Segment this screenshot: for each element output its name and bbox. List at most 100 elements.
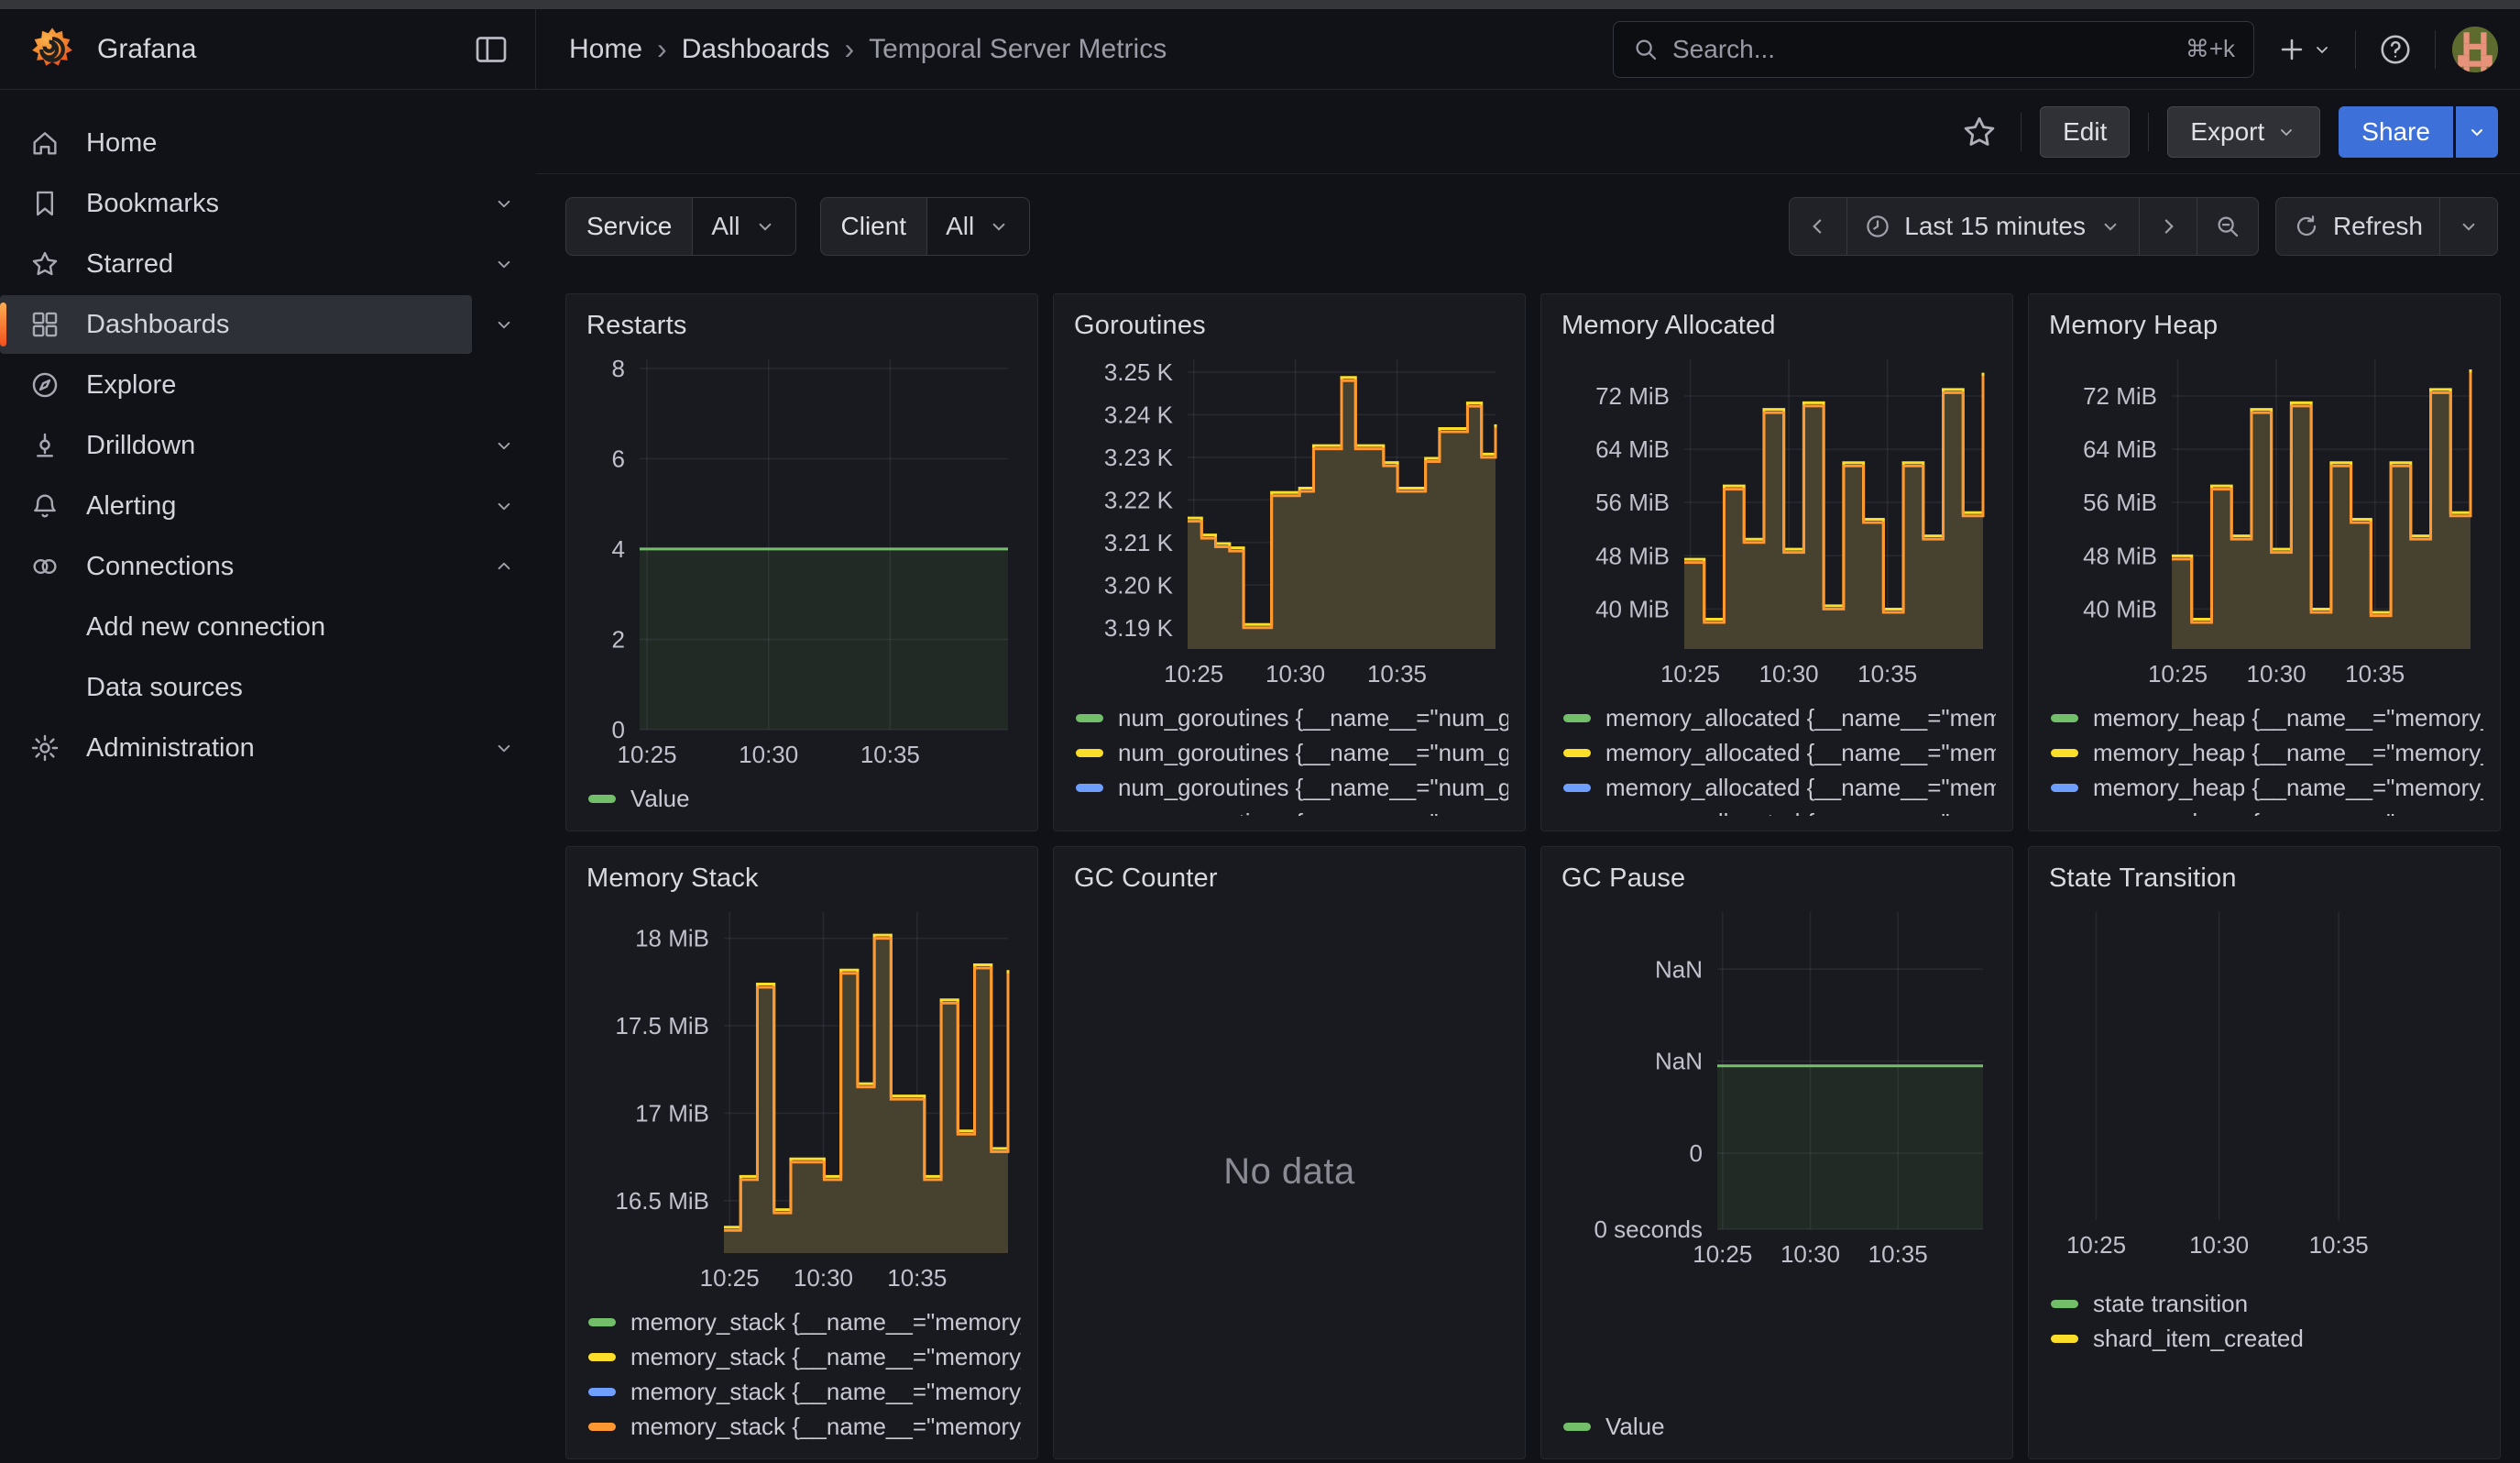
chevron-down-icon xyxy=(492,313,516,336)
chart-canvas[interactable]: 3.25 K3.24 K3.23 K3.22 K3.21 K3.20 K3.19… xyxy=(1070,346,1508,691)
sidebar-expand-button[interactable] xyxy=(472,235,536,293)
chart-canvas[interactable]: 72 MiB64 MiB56 MiB48 MiB40 MiB10:2510:30… xyxy=(1558,346,1996,691)
edit-button[interactable]: Edit xyxy=(2040,106,2130,158)
chevron-down-icon xyxy=(2275,121,2297,143)
refresh-button[interactable]: Refresh xyxy=(2275,197,2440,256)
favorite-button[interactable] xyxy=(1956,109,2002,155)
service-filter-selected: All xyxy=(711,212,740,241)
sidebar-link[interactable]: Home xyxy=(0,114,472,172)
panel-title[interactable]: State Transition xyxy=(2049,864,2483,894)
sidebar-expand-button[interactable] xyxy=(472,719,536,777)
legend-item[interactable]: memory_stack {__name__="memory_s xyxy=(583,1409,1021,1444)
filters-row: Service All Client All Last xyxy=(536,194,2520,258)
zoom-out-button[interactable] xyxy=(2197,197,2259,256)
rings-icon xyxy=(29,551,60,582)
sidebar-expand-button[interactable] xyxy=(472,174,536,233)
sidebar-link[interactable]: Alerting xyxy=(0,477,472,535)
refresh-interval-button[interactable] xyxy=(2439,197,2498,256)
legend-item[interactable]: num_goroutines {__name__="num_go xyxy=(1070,700,1508,735)
legend-item[interactable]: memory_heap {__name__="memory_h xyxy=(2045,805,2483,816)
breadcrumb-home[interactable]: Home xyxy=(569,34,642,65)
legend-item[interactable]: Value xyxy=(1558,1409,1996,1444)
search-box[interactable]: ⌘+k xyxy=(1613,21,2254,78)
sidebar-toggle-button[interactable] xyxy=(471,29,511,70)
legend-item[interactable]: memory_heap {__name__="memory_h xyxy=(2045,770,2483,805)
legend-item[interactable]: num_goroutines {__name__="num_go xyxy=(1070,770,1508,805)
export-button[interactable]: Export xyxy=(2167,106,2320,158)
chart-canvas[interactable]: NaNNaN00 seconds10:2510:3010:35 xyxy=(1558,899,1996,1400)
legend-swatch xyxy=(588,1388,616,1396)
sidebar-item-dashboards: Dashboards xyxy=(0,295,536,354)
sidebar-link[interactable]: Bookmarks xyxy=(0,174,472,233)
legend-item[interactable]: Value xyxy=(583,781,1021,816)
panel-title[interactable]: Memory Heap xyxy=(2049,311,2483,341)
legend-item[interactable]: memory_allocated {__name__="memo xyxy=(1558,805,1996,816)
client-filter-label: Client xyxy=(820,197,928,256)
service-filter-value[interactable]: All xyxy=(693,197,795,256)
legend-item[interactable]: memory_allocated {__name__="memo xyxy=(1558,770,1996,805)
time-range-picker[interactable]: Last 15 minutes xyxy=(1846,197,2140,256)
share-menu-button[interactable] xyxy=(2456,106,2498,158)
chart-canvas[interactable]: 72 MiB64 MiB56 MiB48 MiB40 MiB10:2510:30… xyxy=(2045,346,2483,691)
legend-item[interactable]: num_goroutines {__name__="num_go xyxy=(1070,735,1508,770)
refresh-label: Refresh xyxy=(2333,212,2423,241)
svg-text:10:35: 10:35 xyxy=(2309,1231,2369,1259)
svg-text:10:25: 10:25 xyxy=(2066,1231,2126,1259)
sidebar-link[interactable]: Drilldown xyxy=(0,416,472,475)
chart-canvas[interactable]: 18 MiB17.5 MiB17 MiB16.5 MiB10:2510:3010… xyxy=(583,899,1021,1295)
time-back-button[interactable] xyxy=(1789,197,1847,256)
sidebar-expand-button[interactable] xyxy=(472,477,536,535)
legend-item[interactable]: shard_item_created xyxy=(2045,1321,2483,1356)
sidebar-link[interactable]: Connections xyxy=(0,537,472,596)
panel-spacer xyxy=(2045,1356,2483,1444)
sidebar-link[interactable]: Administration xyxy=(0,719,472,777)
svg-text:10:30: 10:30 xyxy=(1265,660,1325,688)
panel-title[interactable]: Restarts xyxy=(586,311,1021,341)
svg-text:3.24 K: 3.24 K xyxy=(1104,401,1174,428)
chart-canvas[interactable]: 8642010:2510:3010:35 xyxy=(583,346,1021,772)
legend-item[interactable]: num_goroutines {__name__="num_go xyxy=(1070,805,1508,816)
legend-item[interactable]: state transition xyxy=(2045,1286,2483,1321)
sidebar-expand-button[interactable] xyxy=(472,295,536,354)
svg-text:10:25: 10:25 xyxy=(700,1264,760,1292)
sidebar-link[interactable]: Data sources xyxy=(0,658,472,717)
user-avatar[interactable] xyxy=(2452,27,2498,72)
sidebar-link[interactable]: Starred xyxy=(0,235,472,293)
grafana-logo[interactable] xyxy=(27,25,77,74)
legend-swatch xyxy=(1563,784,1591,792)
legend-item[interactable]: memory_stack {__name__="memory_s xyxy=(583,1374,1021,1409)
search-input[interactable] xyxy=(1672,35,2173,64)
sidebar-link[interactable]: Dashboards xyxy=(0,295,472,354)
legend-item[interactable]: memory_stack {__name__="memory_s xyxy=(583,1304,1021,1339)
chevron-down-icon xyxy=(492,192,516,215)
add-new-button[interactable] xyxy=(2271,28,2339,71)
sidebar-chevron-spacer xyxy=(472,114,536,172)
zoom-out-icon xyxy=(2214,213,2241,240)
panel-title[interactable]: Memory Stack xyxy=(586,864,1021,894)
client-filter-value[interactable]: All xyxy=(927,197,1030,256)
panel-title[interactable]: GC Counter xyxy=(1074,864,1508,894)
breadcrumb-dashboards[interactable]: Dashboards xyxy=(682,34,830,65)
chart-canvas[interactable]: 10:2510:3010:35 xyxy=(2045,899,2483,1277)
sidebar-item-label: Alerting xyxy=(86,491,176,522)
no-data-message: No data xyxy=(1070,899,1508,1444)
help-button[interactable] xyxy=(2372,27,2418,72)
legend-item[interactable]: memory_allocated {__name__="memo xyxy=(1558,700,1996,735)
sidebar-link[interactable]: Add new connection xyxy=(0,598,472,656)
legend-item[interactable]: memory_allocated {__name__="memo xyxy=(1558,735,1996,770)
sidebar-expand-button[interactable] xyxy=(472,537,536,596)
sidebar-link[interactable]: Explore xyxy=(0,356,472,414)
panel-title[interactable]: Goroutines xyxy=(1074,311,1508,341)
legend-item[interactable]: memory_heap {__name__="memory_h xyxy=(2045,700,2483,735)
share-button[interactable]: Share xyxy=(2339,106,2453,158)
legend-item[interactable]: memory_stack {__name__="memory_s xyxy=(583,1339,1021,1374)
time-forward-button[interactable] xyxy=(2139,197,2197,256)
panel-title[interactable]: GC Pause xyxy=(1561,864,1996,894)
sidebar-expand-button[interactable] xyxy=(472,416,536,475)
panel-title[interactable]: Memory Allocated xyxy=(1561,311,1996,341)
legend-swatch xyxy=(1563,714,1591,722)
compass-icon xyxy=(29,369,60,401)
svg-text:40 MiB: 40 MiB xyxy=(1595,595,1670,622)
legend-item[interactable]: memory_heap {__name__="memory_h xyxy=(2045,735,2483,770)
divider xyxy=(2435,30,2436,69)
